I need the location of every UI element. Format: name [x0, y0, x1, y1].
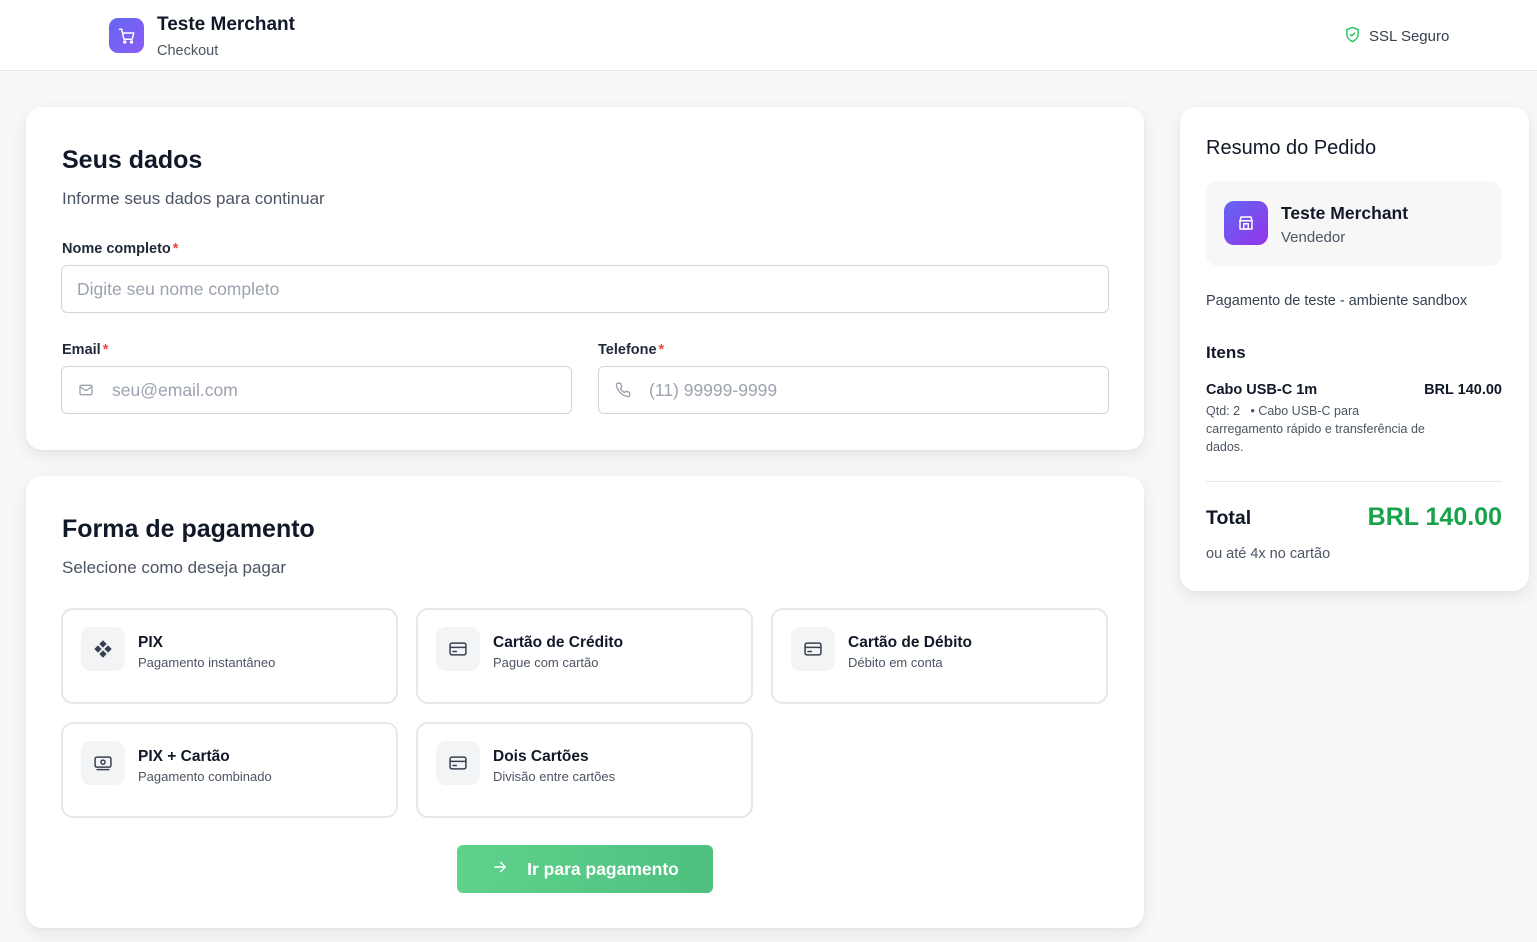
item-name: Cabo USB-C 1m: [1206, 382, 1318, 398]
cash-card-icon: [81, 741, 125, 785]
phone-label: Telefone *: [598, 342, 665, 358]
section-subtitle: Selecione como deseja pagar: [62, 558, 286, 577]
arrow-right-icon: [491, 858, 509, 881]
name-input[interactable]: [62, 266, 1108, 312]
pix-icon: [81, 627, 125, 671]
cart-icon: [109, 18, 144, 53]
name-label: Nome completo *: [62, 241, 179, 257]
total-label: Total: [1206, 507, 1252, 529]
payment-method-card: Forma de pagamento Selecione como deseja…: [26, 476, 1144, 928]
summary-merchant-role: Vendedor: [1281, 229, 1346, 246]
section-subtitle: Informe seus dados para continuar: [62, 189, 325, 208]
name-field[interactable]: [61, 265, 1109, 313]
summary-title: Resumo do Pedido: [1206, 137, 1377, 159]
payment-option-pix[interactable]: PIX Pagamento instantâneo: [61, 608, 398, 704]
phone-field[interactable]: [598, 366, 1109, 414]
page-subtitle: Checkout: [157, 43, 219, 59]
option-subtitle: Pague com cartão: [493, 655, 599, 670]
mail-icon: [77, 380, 95, 400]
option-subtitle: Pagamento combinado: [138, 769, 272, 784]
option-subtitle: Débito em conta: [848, 655, 943, 670]
item-meta: Qtd: 2 • Cabo USB-C para carregamento rá…: [1206, 402, 1428, 456]
order-description: Pagamento de teste - ambiente sandbox: [1206, 293, 1468, 309]
option-title: Cartão de Crédito: [493, 634, 624, 651]
go-to-payment-label: Ir para pagamento: [527, 858, 679, 879]
ssl-badge: SSL Seguro: [1344, 26, 1449, 47]
option-title: Cartão de Débito: [848, 634, 973, 651]
email-input[interactable]: [112, 367, 571, 413]
items-heading: Itens: [1206, 343, 1246, 362]
merchant-info: Teste Merchant Vendedor: [1206, 181, 1502, 266]
email-field[interactable]: [61, 366, 572, 414]
debit-card-icon: [791, 627, 835, 671]
total-value: BRL 140.00: [1367, 503, 1502, 531]
item-price: BRL 140.00: [1424, 382, 1502, 398]
divider: [1206, 481, 1502, 482]
option-title: PIX: [138, 634, 163, 651]
order-summary-card: Resumo do Pedido Teste Merchant Vendedor…: [1180, 107, 1529, 591]
payment-option-debit-card[interactable]: Cartão de Débito Débito em conta: [771, 608, 1108, 704]
option-subtitle: Pagamento instantâneo: [138, 655, 276, 670]
personal-data-card: Seus dados Informe seus dados para conti…: [26, 107, 1144, 450]
item-qty: Qtd: 2: [1206, 404, 1241, 418]
section-title: Seus dados: [62, 146, 203, 174]
ssl-label: SSL Seguro: [1369, 28, 1450, 45]
payment-option-two-cards[interactable]: Dois Cartões Divisão entre cartões: [416, 722, 753, 818]
email-label: Email *: [62, 342, 109, 358]
installments-note: ou até 4x no cartão: [1206, 546, 1331, 562]
store-icon: [1224, 201, 1268, 245]
option-title: PIX + Cartão: [138, 748, 230, 765]
phone-input[interactable]: [649, 367, 1108, 413]
shield-check-icon: [1344, 26, 1361, 47]
option-title: Dois Cartões: [493, 748, 589, 765]
option-subtitle: Divisão entre cartões: [493, 769, 616, 784]
section-title: Forma de pagamento: [62, 515, 315, 543]
payment-option-credit-card[interactable]: Cartão de Crédito Pague com cartão: [416, 608, 753, 704]
two-cards-icon: [436, 741, 480, 785]
summary-merchant-name: Teste Merchant: [1281, 203, 1409, 223]
credit-card-icon: [436, 627, 480, 671]
top-bar: Teste Merchant Checkout SSL Seguro: [0, 0, 1537, 71]
go-to-payment-button[interactable]: Ir para pagamento: [457, 845, 713, 893]
merchant-name: Teste Merchant: [157, 14, 295, 35]
phone-icon: [614, 380, 632, 400]
payment-option-pix-card[interactable]: PIX + Cartão Pagamento combinado: [61, 722, 398, 818]
